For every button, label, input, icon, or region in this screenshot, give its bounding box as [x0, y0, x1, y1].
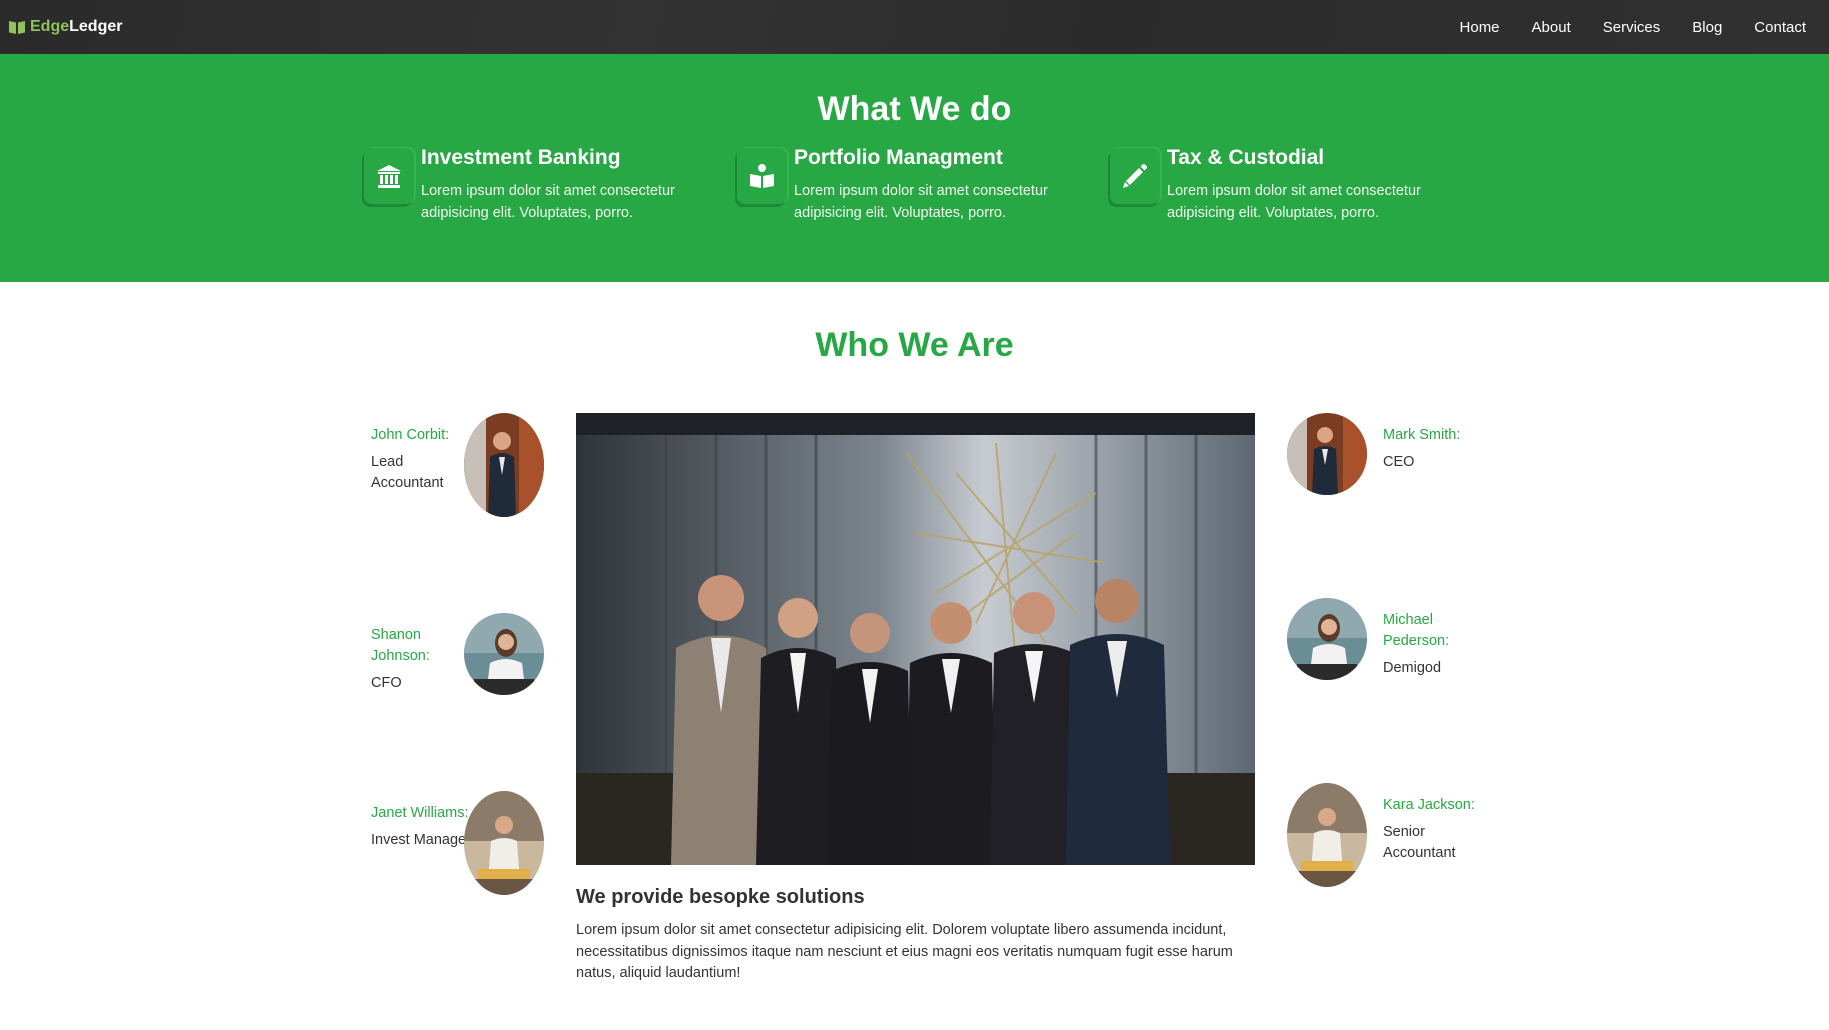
member-name: Michael Pederson:: [1383, 612, 1450, 649]
service-title: Portfolio Managment: [794, 146, 1003, 169]
nav-home[interactable]: Home: [1460, 19, 1500, 36]
team-member-john-corbit: John Corbit: Lead Accountant: [371, 413, 571, 523]
book-icon: [9, 21, 25, 34]
pencil-icon: [1110, 148, 1160, 204]
nav-blog[interactable]: Blog: [1692, 19, 1722, 36]
avatar: [464, 413, 544, 517]
member-role: Lead Accountant: [371, 454, 444, 491]
avatar: [464, 613, 544, 695]
service-portfolio-management: Portfolio Managment Lorem ipsum dolor si…: [737, 146, 1077, 236]
open-book-user-icon: [737, 148, 787, 204]
nav-services[interactable]: Services: [1603, 19, 1661, 36]
avatar: [1287, 413, 1367, 495]
member-name: Shanon Johnson:: [371, 627, 430, 664]
avatar: [464, 791, 544, 895]
member-name: Mark Smith:: [1383, 427, 1461, 443]
nav-menu: Home About Services Blog Contact: [1428, 19, 1806, 36]
service-tax-custodial: Tax & Custodial Lorem ipsum dolor sit am…: [1110, 146, 1450, 236]
navbar: Edge Ledger Home About Services Blog Cont…: [0, 0, 1829, 54]
service-description: Lorem ipsum dolor sit amet consectetur a…: [421, 183, 675, 221]
nav-contact[interactable]: Contact: [1754, 19, 1806, 36]
member-role: Invest Manager: [371, 832, 471, 848]
member-role: Demigod: [1383, 660, 1442, 676]
avatar: [1287, 598, 1367, 680]
service-description: Lorem ipsum dolor sit amet consectetur a…: [1167, 183, 1421, 221]
member-name: Kara Jackson:: [1383, 797, 1475, 813]
team-photo: [576, 413, 1255, 865]
team-member-mark-smith: Mark Smith: CEO: [1287, 413, 1487, 523]
brand-logo[interactable]: Edge Ledger: [8, 18, 122, 36]
member-role: CEO: [1383, 454, 1415, 470]
brand-name-part1: Edge: [30, 18, 70, 35]
team-member-janet-williams: Janet Williams: Invest Manager: [371, 791, 571, 901]
team-member-kara-jackson: Kara Jackson: Senior Accountant: [1287, 783, 1487, 893]
service-title: Tax & Custodial: [1167, 146, 1325, 169]
service-description: Lorem ipsum dolor sit amet consectetur a…: [794, 183, 1048, 221]
team-member-michael-pederson: Michael Pederson: Demigod: [1287, 598, 1487, 708]
team-member-shanon-johnson: Shanon Johnson: CFO: [371, 613, 571, 723]
service-investment-banking: Investment Banking Lorem ipsum dolor sit…: [364, 146, 704, 236]
nav-about[interactable]: About: [1532, 19, 1571, 36]
service-title: Investment Banking: [421, 146, 621, 169]
solutions-title: We provide besopke solutions: [576, 886, 865, 908]
member-name: Janet Williams:: [371, 805, 469, 821]
member-role: Senior Accountant: [1383, 824, 1456, 861]
brand-name-part2: Ledger: [69, 18, 123, 35]
what-we-do-section: What We do Investment Banking Lorem ipsu…: [0, 54, 1829, 282]
member-name: John Corbit:: [371, 427, 450, 443]
who-we-are-title: Who We Are: [815, 326, 1014, 364]
bank-icon: [364, 148, 414, 204]
solutions-text: Lorem ipsum dolor sit amet consectetur a…: [576, 922, 1233, 981]
member-role: CFO: [371, 675, 402, 691]
avatar: [1287, 783, 1367, 887]
what-we-do-title: What We do: [817, 90, 1012, 128]
